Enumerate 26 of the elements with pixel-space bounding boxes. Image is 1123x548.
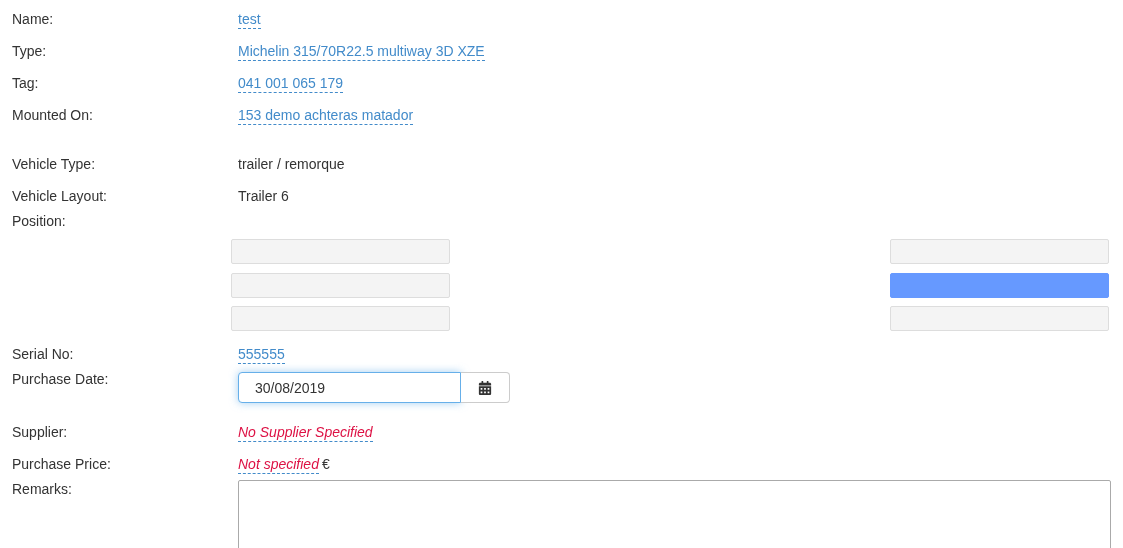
editable-link[interactable]: 041 001 065 179 [238, 73, 344, 93]
field-label: Vehicle Type: [12, 155, 97, 173]
field-label: Type: [12, 42, 48, 60]
calendar-button[interactable] [461, 372, 510, 403]
field-label: Serial No: [12, 345, 75, 363]
field-label: Mounted On: [12, 106, 94, 124]
editable-link[interactable]: 555555 [238, 344, 285, 364]
field-label: Name: [12, 10, 55, 28]
editable-link[interactable]: Michelin 315/70R22.5 multiway 3D XZE [238, 41, 485, 61]
calendar-icon [478, 380, 492, 395]
editable-link[interactable]: test [238, 9, 261, 29]
field-label: Remarks: [12, 480, 73, 498]
field-label: Purchase Date: [12, 370, 110, 388]
field-value: trailer / remorque [238, 155, 345, 173]
field-label: Vehicle Layout: [12, 187, 108, 205]
currency-symbol: € [321, 455, 330, 473]
field-label: Supplier: [12, 423, 69, 441]
editable-link[interactable]: Not specified [238, 454, 319, 474]
field-label: Purchase Price: [12, 455, 112, 473]
field-value: Trailer 6 [238, 187, 289, 205]
date-input[interactable]: 30/08/2019 [238, 372, 461, 403]
editable-link[interactable]: No Supplier Specified [238, 422, 373, 442]
editable-link[interactable]: 153 demo achteras matador [238, 105, 414, 125]
position-slot[interactable] [890, 272, 1109, 298]
field-label: Position: [12, 212, 67, 230]
field-label: Tag: [12, 74, 40, 92]
